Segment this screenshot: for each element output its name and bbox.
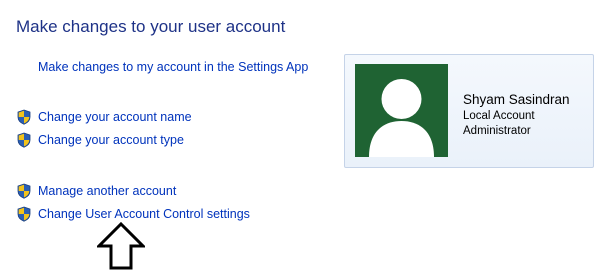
user-accounts-page: Make changes to your user account Make c…	[0, 0, 607, 270]
manage-another-account-link[interactable]: Manage another account	[38, 184, 176, 198]
change-uac-settings-link[interactable]: Change User Account Control settings	[38, 207, 250, 221]
manage-another-row[interactable]: Manage another account	[16, 183, 176, 199]
uac-shield-icon	[16, 109, 32, 125]
user-avatar-icon	[355, 64, 448, 157]
change-account-type-link[interactable]: Change your account type	[38, 133, 184, 147]
uac-shield-icon	[16, 206, 32, 222]
settings-app-link[interactable]: Make changes to my account in the Settin…	[38, 60, 308, 74]
up-arrow-outline-icon	[97, 222, 145, 270]
account-card: Shyam Sasindran Local Account Administra…	[344, 54, 594, 168]
change-account-name-link[interactable]: Change your account name	[38, 110, 192, 124]
uac-settings-row[interactable]: Change User Account Control settings	[16, 206, 250, 222]
uac-shield-icon	[16, 132, 32, 148]
uac-shield-icon	[16, 183, 32, 199]
change-type-row[interactable]: Change your account type	[16, 132, 184, 148]
page-title: Make changes to your user account	[16, 17, 286, 36]
account-type: Local Account	[463, 110, 535, 122]
user-name: Shyam Sasindran	[463, 92, 570, 107]
account-role: Administrator	[463, 125, 531, 137]
change-name-row[interactable]: Change your account name	[16, 109, 192, 125]
